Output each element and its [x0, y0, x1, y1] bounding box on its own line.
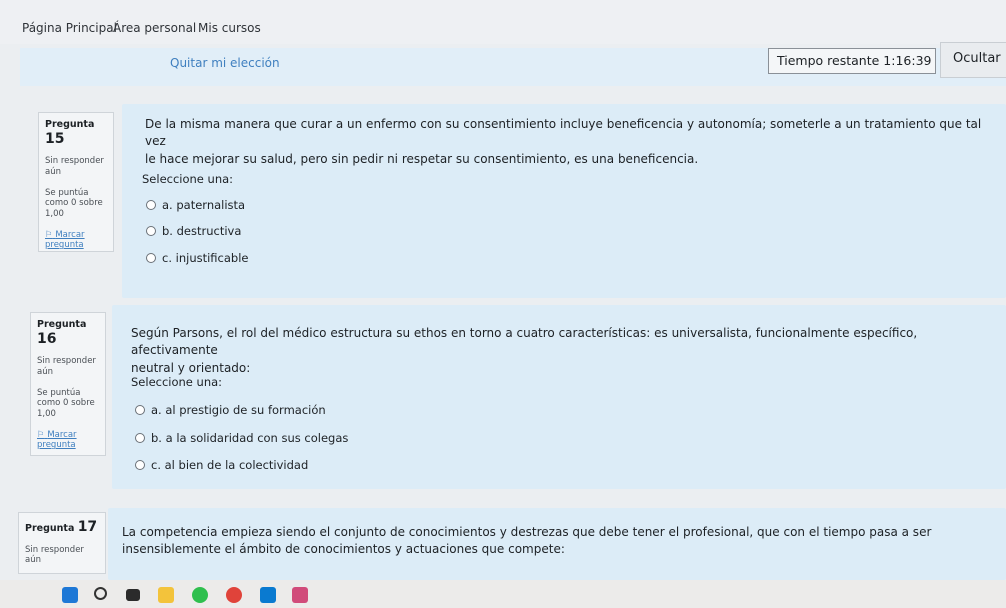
question-16-text: Según Parsons, el rol del médico estruct… — [131, 325, 1001, 377]
clear-choice-link[interactable]: Quitar mi elección — [170, 56, 280, 70]
hide-timer-button[interactable]: Ocultar — [940, 42, 1006, 78]
select-one-label: Seleccione una: — [142, 172, 234, 186]
flag-icon: ⚐ — [45, 229, 53, 240]
question-info: Pregunta 15 Sin responder aún Se puntúa … — [38, 112, 114, 252]
question-label: Pregunta — [45, 119, 95, 130]
question-text-line: insensiblemente el ámbito de conocimient… — [122, 542, 565, 557]
nav-personal-link[interactable]: Área personal — [113, 21, 196, 35]
question-status: Sin responder aún — [25, 544, 84, 566]
question-info: Pregunta 16 Sin responder aún Se puntúa … — [30, 312, 106, 456]
question-points: Se puntúa como 0 sobre 1,00 — [45, 187, 103, 219]
question-status: Sin responder aún — [45, 156, 104, 177]
question-15-text: De la misma manera que curar a un enferm… — [145, 116, 995, 168]
option-label: a. al prestigio de su formación — [151, 403, 326, 417]
question-text-line: neutral y orientado: — [131, 360, 251, 375]
question-label: Pregunta — [25, 523, 75, 534]
flag-question-link[interactable]: ⚐ Marcar pregunta — [45, 230, 107, 251]
option-label: a. paternalista — [162, 198, 246, 212]
nav-home-link[interactable]: Página Principal — [22, 21, 117, 35]
radio-button[interactable] — [146, 253, 156, 263]
question-status: Sin responder aún — [37, 356, 96, 377]
question-text-line: Según Parsons, el rol del médico estruct… — [131, 326, 918, 358]
select-one-label: Seleccione una: — [131, 375, 223, 389]
radio-button[interactable] — [135, 405, 145, 415]
question-text-line: le hace mejorar su salud, pero sin pedir… — [145, 151, 699, 166]
timer-bar: Quitar mi elección Tiempo restante 1:16:… — [20, 42, 1006, 86]
whatsapp-icon[interactable] — [192, 587, 208, 603]
option-label: b. destructiva — [162, 224, 242, 238]
app-icon-2[interactable] — [292, 587, 308, 603]
file-explorer-icon[interactable] — [158, 587, 174, 603]
option-a[interactable]: a. al prestigio de su formación — [135, 403, 326, 417]
option-c[interactable]: c. al bien de la colectividad — [135, 458, 308, 472]
radio-button[interactable] — [135, 433, 145, 443]
question-points: Se puntúa como 0 sobre 1,00 — [37, 387, 95, 419]
flag-question-link[interactable]: ⚐ Marcar pregunta — [37, 430, 99, 451]
chrome-icon[interactable] — [226, 587, 242, 603]
question-label: Pregunta — [37, 319, 87, 330]
radio-button[interactable] — [146, 226, 156, 236]
question-number: 17 — [77, 519, 98, 535]
task-view-icon[interactable] — [126, 589, 140, 601]
option-b[interactable]: b. a la solidaridad con sus colegas — [135, 431, 348, 445]
top-navigation: Página Principal Área personal Mis curso… — [0, 0, 1006, 44]
taskbar — [0, 580, 1006, 608]
option-label: b. a la solidaridad con sus colegas — [151, 431, 349, 445]
question-info: Pregunta 17 Sin responder aún — [18, 512, 106, 574]
nav-courses-link[interactable]: Mis cursos — [198, 21, 261, 35]
option-label: c. injustificable — [162, 251, 249, 265]
question-text-line: De la misma manera que curar a un enferm… — [145, 117, 982, 149]
option-a[interactable]: a. paternalista — [146, 198, 245, 212]
radio-button[interactable] — [135, 460, 145, 470]
windows-icon[interactable] — [62, 587, 78, 603]
option-c[interactable]: c. injustificable — [146, 251, 248, 265]
flag-icon: ⚐ — [37, 429, 45, 440]
question-17-text: La competencia empieza siendo el conjunt… — [122, 524, 1002, 559]
timer-value: 1:16:39 — [883, 53, 932, 68]
question-number: 16 — [37, 330, 57, 347]
time-remaining: Tiempo restante 1:16:39 — [768, 48, 936, 74]
timer-label: Tiempo restante — [777, 53, 880, 68]
search-icon[interactable] — [94, 587, 107, 600]
question-number: 15 — [45, 130, 65, 147]
question-text-line: La competencia empieza siendo el conjunt… — [122, 525, 932, 539]
option-label: c. al bien de la colectividad — [151, 458, 309, 472]
app-icon[interactable] — [260, 587, 276, 603]
radio-button[interactable] — [146, 200, 156, 210]
option-b[interactable]: b. destructiva — [146, 224, 241, 238]
